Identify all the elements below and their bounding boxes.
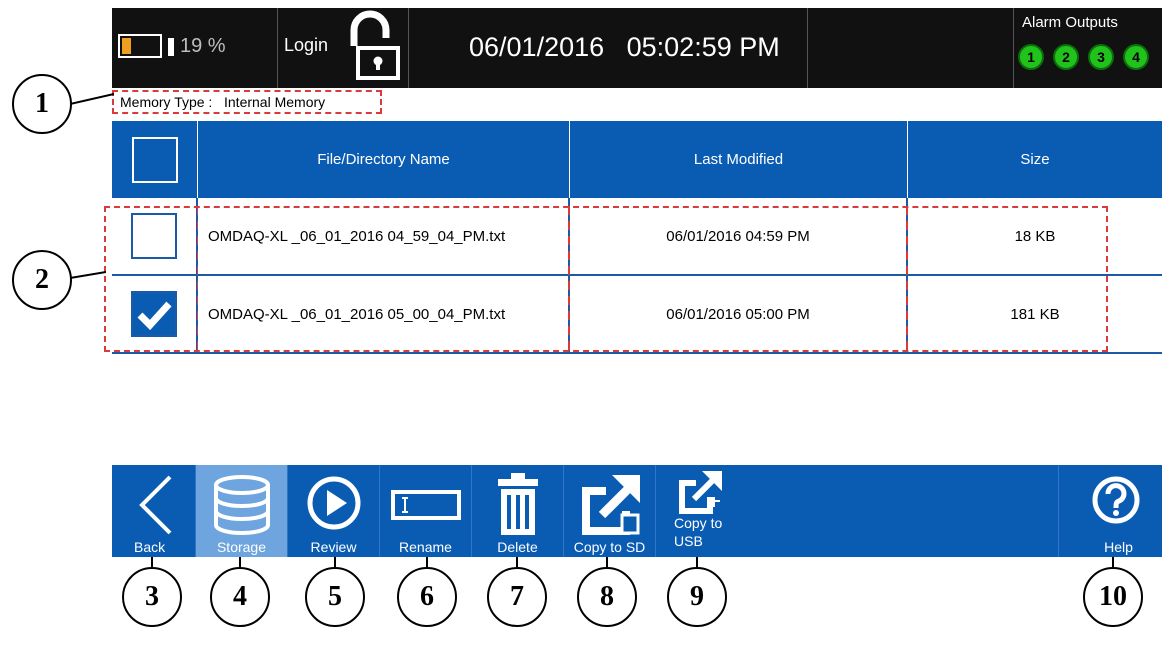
- callout-2: 2: [12, 250, 72, 310]
- export-usb-icon: [679, 471, 722, 514]
- callout-3-stem: [151, 557, 153, 567]
- alarm-output-2: 2: [1053, 44, 1079, 70]
- row-select-cell: [112, 276, 198, 352]
- alarm-output-4: 4: [1123, 44, 1149, 70]
- battery-indicator: 19 %: [112, 8, 278, 88]
- callout-4: 4: [210, 567, 270, 627]
- callout-6-stem: [426, 557, 428, 567]
- memory-type-value: Internal Memory: [224, 94, 326, 110]
- review-button[interactable]: Review: [288, 465, 380, 557]
- callout-6: 6: [397, 567, 457, 627]
- row-checkbox[interactable]: [131, 291, 177, 337]
- copy-to-usb-button[interactable]: Copy to USB: [656, 465, 748, 557]
- toolbar: Back Storage Review Rename Delete Copy t…: [112, 465, 1162, 557]
- callout-10-stem: [1112, 557, 1114, 567]
- datetime-display: 06/01/2016 05:02:59 PM: [409, 8, 808, 88]
- callout-4-stem: [239, 557, 241, 567]
- copy-to-usb-label-line1: Copy to: [674, 515, 723, 531]
- callout-1-leader: [70, 93, 114, 105]
- table-header: File/Directory Name Last Modified Size: [112, 121, 1162, 198]
- delete-label: Delete: [497, 539, 538, 555]
- callout-2-leader: [70, 271, 106, 279]
- copy-to-sd-button[interactable]: Copy to SD: [564, 465, 656, 557]
- alarm-outputs: Alarm Outputs 1 2 3 4: [1014, 8, 1162, 88]
- back-button[interactable]: Back: [112, 465, 196, 557]
- callout-7-stem: [516, 557, 518, 567]
- callout-9: 9: [667, 567, 727, 627]
- current-datetime: 06/01/2016 05:02:59 PM: [469, 32, 780, 62]
- export-sd-icon: [582, 475, 640, 535]
- storage-button[interactable]: Storage: [196, 465, 288, 557]
- callout-10: 10: [1083, 567, 1143, 627]
- battery-level-fill: [122, 38, 131, 54]
- row-checkbox[interactable]: [131, 213, 177, 259]
- unlocked-padlock-icon: [350, 10, 400, 80]
- copy-to-usb-label-line2: USB: [674, 533, 703, 549]
- memory-type-highlight: Memory Type : Internal Memory: [112, 90, 382, 114]
- callout-8: 8: [577, 567, 637, 627]
- battery-terminal: [168, 38, 174, 56]
- help-icon: [1092, 476, 1140, 524]
- alarm-output-3: 3: [1088, 44, 1114, 70]
- database-icon: [214, 475, 270, 535]
- back-arrow-icon: [139, 475, 172, 535]
- battery-icon: [118, 34, 162, 58]
- select-all-checkbox[interactable]: [131, 136, 178, 183]
- status-bar: 19 % Login 06/01/2016 05:02:59 PM Alarm …: [112, 8, 1162, 88]
- callout-1: 1: [12, 74, 72, 134]
- text-field-icon: [391, 490, 461, 520]
- status-spacer: [808, 8, 1014, 88]
- alarm-outputs-title: Alarm Outputs: [1022, 14, 1118, 31]
- callout-5: 5: [305, 567, 365, 627]
- login-button[interactable]: Login: [278, 8, 409, 88]
- column-header-size[interactable]: Size: [908, 121, 1162, 198]
- help-button[interactable]: Help: [1058, 465, 1162, 557]
- help-label: Help: [1104, 539, 1133, 555]
- row-select-cell: [112, 198, 198, 274]
- login-label: Login: [284, 35, 329, 55]
- callout-3: 3: [122, 567, 182, 627]
- select-all-cell: [112, 121, 198, 198]
- cells-highlight-dividers: [197, 206, 908, 352]
- column-header-name[interactable]: File/Directory Name: [198, 121, 570, 198]
- callout-8-stem: [606, 557, 608, 567]
- copy-to-sd-label: Copy to SD: [573, 539, 646, 555]
- callout-5-stem: [334, 557, 336, 567]
- alarm-output-1: 1: [1018, 44, 1044, 70]
- review-label: Review: [310, 539, 357, 555]
- battery-percent: 19 %: [180, 35, 226, 57]
- trash-icon: [498, 473, 538, 535]
- callout-7: 7: [487, 567, 547, 627]
- callout-9-stem: [696, 557, 698, 567]
- memory-type: Memory Type : Internal Memory: [120, 94, 325, 110]
- memory-type-label: Memory Type :: [120, 94, 213, 110]
- storage-label: Storage: [216, 539, 267, 555]
- play-icon: [307, 476, 361, 530]
- rename-button[interactable]: Rename: [380, 465, 472, 557]
- column-header-modified[interactable]: Last Modified: [570, 121, 908, 198]
- checkmark-icon: [137, 301, 172, 331]
- rename-label: Rename: [399, 539, 452, 555]
- delete-button[interactable]: Delete: [472, 465, 564, 557]
